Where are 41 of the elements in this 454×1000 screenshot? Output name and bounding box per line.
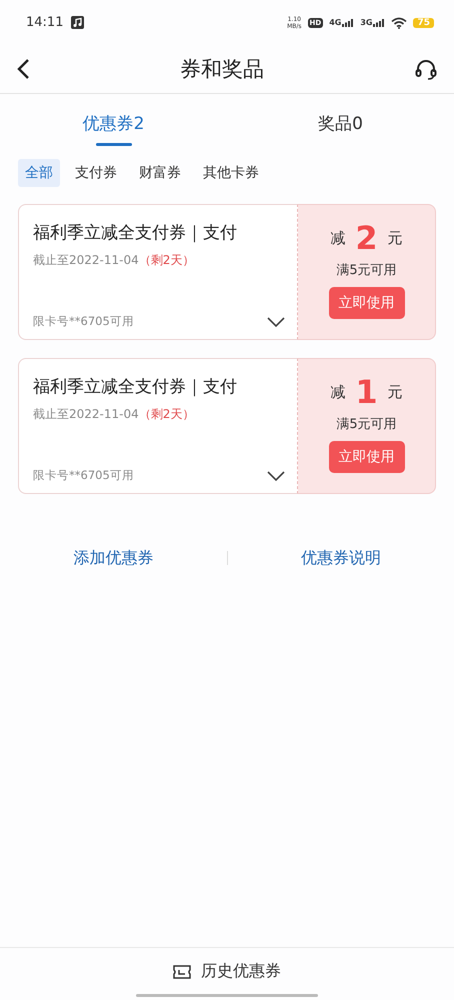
card-limit: 限卡号**6705可用 [33, 314, 134, 329]
use-now-button[interactable]: 立即使用 [328, 441, 404, 473]
discount-prefix: 减 [330, 382, 346, 402]
network-label: 4G [329, 18, 342, 27]
headset-icon[interactable] [414, 57, 438, 81]
currency-unit: 元 [388, 228, 403, 248]
network-label: 3G [360, 18, 372, 27]
discount-amount: 1 [355, 373, 378, 411]
clock-time: 14:11 [26, 15, 64, 30]
filter-chip[interactable]: 全部 [18, 159, 60, 187]
expiry-date: 截止至2022-11-04 [33, 406, 139, 423]
music-note-icon [71, 16, 84, 29]
signal-icon [342, 18, 354, 27]
signal-icon [373, 18, 386, 27]
filter-chip[interactable]: 其他卡券 [196, 159, 266, 187]
days-remaining: （剩2天） [138, 252, 194, 269]
filter-chip[interactable]: 财富券 [132, 159, 188, 187]
discount-prefix: 减 [330, 228, 346, 248]
chevron-down-icon[interactable] [267, 316, 285, 326]
tab[interactable]: 优惠券2 [0, 94, 227, 152]
currency-unit: 元 [388, 382, 403, 402]
wifi-icon [391, 16, 408, 28]
page-title: 券和奖品 [179, 56, 265, 83]
chevron-down-icon[interactable] [267, 470, 285, 480]
coupon-title: 福利季立减全支付券｜支付 [33, 376, 238, 398]
use-now-button[interactable]: 立即使用 [328, 287, 404, 319]
text-link[interactable]: 添加优惠券 [0, 548, 226, 568]
discount-amount: 2 [355, 219, 378, 257]
tab[interactable]: 奖品0 [227, 94, 454, 152]
coupon-title: 福利季立减全支付券｜支付 [33, 222, 238, 244]
battery-level: 75 [413, 18, 434, 28]
days-remaining: （剩2天） [138, 406, 194, 423]
text-link[interactable]: 优惠券说明 [228, 548, 454, 568]
back-icon[interactable] [16, 58, 30, 80]
history-coupons-button[interactable]: 历史优惠券 [173, 961, 281, 982]
usage-condition: 满5元可用 [336, 262, 397, 279]
expiry-date: 截止至2022-11-04 [33, 252, 139, 269]
filter-chip[interactable]: 支付券 [68, 159, 124, 187]
card-limit: 限卡号**6705可用 [33, 468, 134, 483]
usage-condition: 满5元可用 [336, 416, 397, 433]
ticket-icon [173, 964, 191, 978]
